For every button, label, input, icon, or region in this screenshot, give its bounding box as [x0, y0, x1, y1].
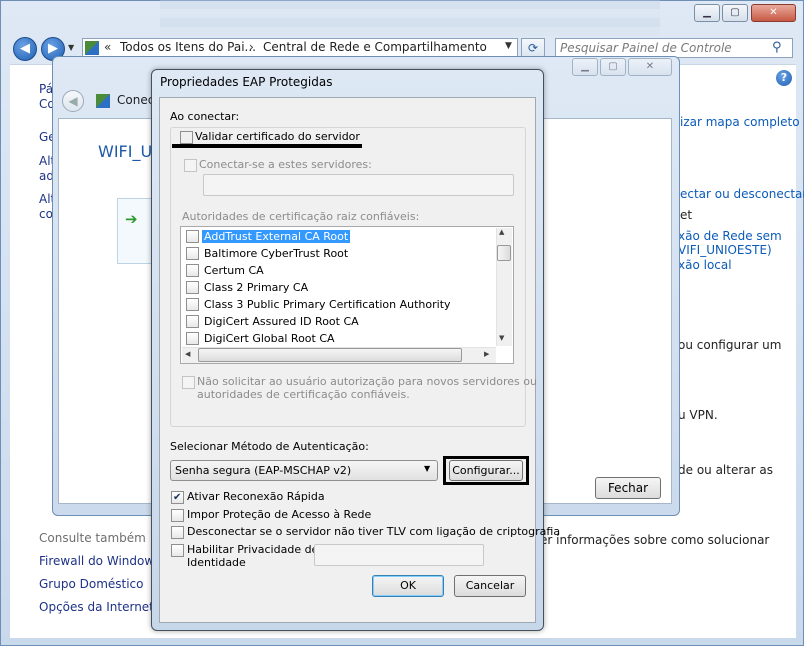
wireless-connection-link[interactable]: VIFI_UNIOESTE) — [678, 243, 772, 257]
status-window-title: Conec — [117, 93, 155, 107]
nap-checkbox[interactable] — [171, 509, 184, 522]
scroll-down-icon[interactable]: ▼ — [499, 334, 504, 342]
ca-label[interactable]: Baltimore CyberTrust Root — [202, 247, 350, 260]
ca-checkbox[interactable] — [186, 247, 199, 260]
titlebar-background — [160, 0, 660, 36]
ca-checkbox[interactable] — [186, 264, 199, 277]
wireless-connection-link[interactable]: xão de Rede sem — [678, 229, 782, 243]
network-icon — [96, 94, 110, 108]
status-close-button[interactable]: ✕ — [628, 58, 672, 76]
task-description: er informações sobre como solucionar — [540, 533, 770, 547]
connect-disconnect-link[interactable]: ectar ou desconectar — [680, 187, 804, 201]
task-description: ou configurar um — [678, 338, 782, 352]
maximize-button[interactable]: ▢ — [722, 4, 748, 22]
list-item[interactable]: AddTrust External CA Root — [184, 228, 500, 245]
configure-button[interactable]: Configurar... — [449, 460, 523, 481]
no-prompt-label: Não solicitar ao usuário autorização par… — [197, 375, 537, 388]
validate-cert-label[interactable]: Validar certificado do servidor — [195, 130, 364, 143]
ca-checkbox[interactable] — [186, 230, 199, 243]
task-description: u VPN. — [678, 408, 718, 422]
ca-checkbox[interactable] — [186, 315, 199, 328]
servers-input[interactable] — [203, 174, 514, 196]
left-pane-text[interactable]: Pá — [39, 82, 53, 96]
ca-label[interactable]: Certum CA — [202, 264, 266, 277]
chevron-down-icon[interactable]: ▼ — [424, 464, 430, 473]
recent-pages-dropdown[interactable]: ▼ — [68, 43, 78, 55]
breadcrumb-overflow[interactable]: « — [104, 40, 111, 54]
task-description: de ou alterar as — [678, 463, 773, 477]
refresh-button[interactable]: ⟳ — [521, 38, 545, 58]
see-also-heading: Consulte também — [39, 531, 146, 545]
fechar-button[interactable]: Fechar — [595, 477, 661, 499]
ca-checkbox[interactable] — [186, 298, 199, 311]
dialog-title: Propriedades EAP Protegidas — [160, 75, 333, 89]
connect-servers-label: Conectar-se a estes servidores: — [199, 158, 372, 171]
scroll-up-icon[interactable]: ▲ — [499, 228, 504, 236]
no-prompt-checkbox[interactable] — [182, 376, 195, 389]
nap-label[interactable]: Impor Proteção de Acesso à Rede — [187, 508, 371, 521]
validate-cert-checkbox[interactable] — [180, 131, 193, 144]
connect-servers-checkbox[interactable] — [184, 159, 197, 172]
auth-method-label: Selecionar Método de Autenticação: — [170, 440, 369, 453]
breadcrumb-arrow[interactable]: › — [249, 40, 254, 54]
left-pane-text[interactable]: co — [39, 207, 53, 221]
full-map-link[interactable]: izar mapa completo — [680, 115, 800, 129]
internet-label: et — [680, 208, 693, 222]
list-item[interactable]: DigiCert Assured ID Root CA — [184, 313, 500, 330]
ok-button[interactable]: OK — [372, 575, 444, 597]
status-maximize-button[interactable]: ▢ — [600, 58, 626, 76]
identity-privacy-label[interactable]: Habilitar Privacidade de — [187, 543, 318, 556]
help-icon[interactable]: ? — [776, 70, 792, 86]
scroll-right-icon[interactable]: ▶ — [484, 350, 489, 358]
on-connect-label: Ao conectar: — [170, 110, 240, 123]
address-dropdown-icon[interactable]: ▼ — [505, 41, 512, 51]
identity-privacy-checkbox[interactable] — [171, 544, 184, 557]
horizontal-scroll-thumb[interactable] — [198, 348, 462, 362]
list-item[interactable]: Baltimore CyberTrust Root — [184, 245, 500, 262]
ca-label[interactable]: Class 2 Primary CA — [202, 281, 310, 294]
ca-checkbox[interactable] — [186, 281, 199, 294]
cancel-button[interactable]: Cancelar — [454, 575, 526, 597]
ca-list-label: Autoridades de certificação raiz confiáv… — [182, 210, 420, 223]
see-also-internet-options-link[interactable]: Opções da Internet — [39, 600, 154, 614]
auth-method-value[interactable]: Senha segura (EAP-MSCHAP v2) — [175, 464, 351, 477]
see-also-homegroup-link[interactable]: Grupo Doméstico — [39, 577, 144, 591]
identity-privacy-label[interactable]: Identidade — [187, 556, 246, 569]
scroll-left-icon[interactable]: ◀ — [185, 350, 190, 358]
search-icon[interactable]: ⚲ — [772, 40, 788, 56]
minimize-button[interactable]: ▁ — [694, 4, 720, 22]
control-panel-icon — [85, 41, 99, 55]
ca-checkbox[interactable] — [186, 332, 199, 345]
fast-reconnect-checkbox[interactable] — [171, 491, 184, 504]
annotation-underline — [172, 144, 362, 148]
status-back-button[interactable]: ◀ — [62, 90, 84, 112]
back-button[interactable]: ◀ — [13, 37, 37, 61]
search-placeholder: Pesquisar Painel de Controle — [560, 41, 732, 55]
status-minimize-button[interactable]: ▁ — [572, 58, 598, 76]
ca-label[interactable]: DigiCert Global Root CA — [202, 332, 337, 345]
local-connection-link[interactable]: xão local — [678, 258, 732, 272]
list-item[interactable]: Class 3 Public Primary Certification Aut… — [184, 296, 500, 313]
identity-input[interactable] — [314, 544, 484, 566]
fast-reconnect-label[interactable]: Ativar Reconexão Rápida — [187, 490, 325, 503]
disconnect-tlv-checkbox[interactable] — [171, 526, 184, 539]
list-item[interactable]: Class 2 Primary CA — [184, 279, 500, 296]
breadcrumb-network-center[interactable]: Central de Rede e Compartilhamento — [263, 40, 487, 54]
vertical-scroll-thumb[interactable] — [497, 245, 511, 261]
disconnect-tlv-label[interactable]: Desconectar se o servidor não tiver TLV … — [187, 525, 560, 538]
green-arrow-icon: ➔ — [125, 210, 138, 228]
no-prompt-label: autoridades de certificação confiáveis. — [197, 388, 410, 401]
ca-label[interactable]: DigiCert Assured ID Root CA — [202, 315, 361, 328]
see-also-firewall-link[interactable]: Firewall do Windows — [39, 554, 160, 568]
list-item[interactable]: Certum CA — [184, 262, 500, 279]
list-item[interactable]: DigiCert Global Root CA — [184, 330, 500, 347]
close-button[interactable]: ✕ — [751, 4, 796, 22]
ca-label[interactable]: AddTrust External CA Root — [202, 230, 351, 243]
breadcrumb-all-items[interactable]: Todos os Itens do Pai... — [120, 40, 256, 54]
ca-label[interactable]: Class 3 Public Primary Certification Aut… — [202, 298, 453, 311]
